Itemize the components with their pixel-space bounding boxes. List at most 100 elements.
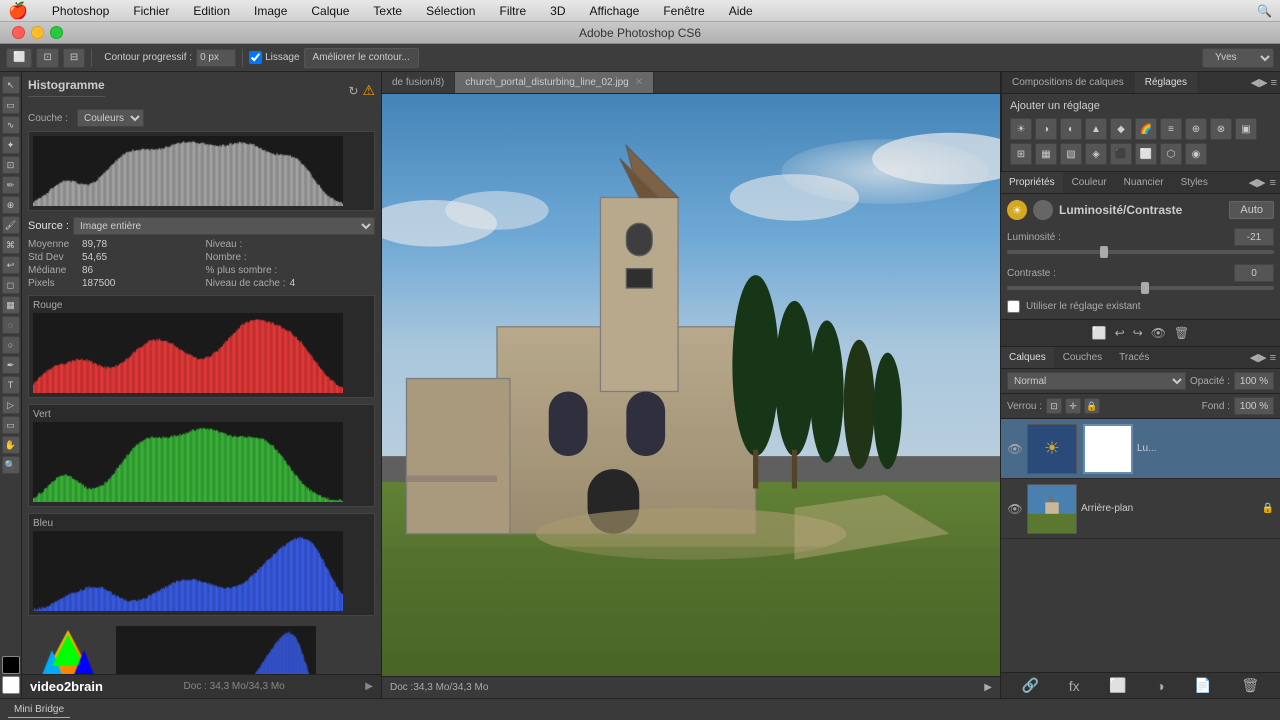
lissage-checkbox[interactable]: [249, 51, 262, 64]
heal-tool[interactable]: ⊕: [2, 196, 20, 214]
clip-to-layer-btn[interactable]: ⬜: [1092, 326, 1107, 340]
selection-rect-tool[interactable]: ▭: [2, 96, 20, 114]
canvas-content[interactable]: [382, 94, 1000, 676]
prev-state-btn[interactable]: ↩: [1115, 326, 1125, 340]
quick-select-tool[interactable]: ✦: [2, 136, 20, 154]
lock-all-btn[interactable]: 🔒: [1084, 398, 1100, 414]
reglage-colorlookup-icon[interactable]: ⊞: [1010, 143, 1032, 165]
new-layer-btn[interactable]: 📄: [1194, 677, 1211, 694]
calques-arrows-icon[interactable]: ◀▶: [1250, 351, 1267, 364]
foreground-color[interactable]: [2, 656, 20, 674]
tab-styles[interactable]: Styles: [1173, 172, 1217, 193]
menu-aide[interactable]: Aide: [725, 2, 757, 20]
menu-calque[interactable]: Calque: [307, 2, 353, 20]
selection-tool-btn3[interactable]: ⊟: [63, 48, 85, 68]
canvas-tab-fusion[interactable]: de fusion/8): [382, 72, 455, 93]
opacity-input[interactable]: [1234, 372, 1274, 390]
minimize-button[interactable]: [31, 26, 44, 39]
reglage-channelmix-icon[interactable]: ▣: [1235, 118, 1257, 140]
dodge-tool[interactable]: ○: [2, 336, 20, 354]
tab-compositions[interactable]: Compositions de calques: [1002, 72, 1135, 93]
reglage-hsl-icon[interactable]: 🌈: [1135, 118, 1157, 140]
shape-tool[interactable]: ▭: [2, 416, 20, 434]
reglage-vibrance-icon[interactable]: ◆: [1110, 118, 1132, 140]
zoom-tool[interactable]: 🔍: [2, 456, 20, 474]
menu-fichier[interactable]: Fichier: [129, 2, 173, 20]
menu-selection[interactable]: Sélection: [422, 2, 479, 20]
gradient-tool[interactable]: ▦: [2, 296, 20, 314]
expand-btn[interactable]: ▶: [365, 681, 373, 692]
delete-adjustment-btn[interactable]: 🗑: [1174, 326, 1189, 340]
calques-menu-icon[interactable]: ≡: [1270, 352, 1276, 364]
user-dropdown[interactable]: Yves: [1202, 48, 1274, 68]
menu-filtre[interactable]: Filtre: [495, 2, 530, 20]
selection-tool-btn[interactable]: ⬜: [6, 48, 32, 68]
brush-tool[interactable]: 🖌: [2, 216, 20, 234]
text-tool[interactable]: T: [2, 376, 20, 394]
auto-button[interactable]: Auto: [1229, 201, 1274, 219]
tab-traces[interactable]: Tracés: [1111, 347, 1158, 368]
next-state-btn[interactable]: ↪: [1133, 326, 1143, 340]
reglage-posterize-icon[interactable]: ▧: [1060, 143, 1082, 165]
contraste-slider-thumb[interactable]: [1141, 282, 1149, 294]
tab-close-church[interactable]: ✕: [635, 77, 643, 88]
reglage-gradient-icon[interactable]: ⬛: [1110, 143, 1132, 165]
reglage-invert-icon[interactable]: ▦: [1035, 143, 1057, 165]
reglage-selective-icon[interactable]: ⬜: [1135, 143, 1157, 165]
menu-texte[interactable]: Texte: [369, 2, 406, 20]
layer-item-0[interactable]: 👁 ☀ Lu...: [1001, 419, 1280, 479]
search-icon[interactable]: 🔍: [1257, 4, 1272, 18]
canvas-tab-church[interactable]: church_portal_disturbing_line_02.jpg ✕: [455, 72, 654, 93]
reglage-levels-icon[interactable]: ◑: [1035, 118, 1057, 140]
layer-visibility-1[interactable]: 👁: [1007, 502, 1023, 516]
reglages-arrows[interactable]: ◀▶: [1251, 76, 1268, 89]
use-existing-checkbox[interactable]: [1007, 300, 1020, 313]
reglage-colorbalance-icon[interactable]: ≡: [1160, 118, 1182, 140]
apple-menu[interactable]: 🍎: [8, 1, 28, 21]
add-style-btn[interactable]: fx: [1069, 678, 1080, 694]
reglage-exposure-icon[interactable]: ▲: [1085, 118, 1107, 140]
eraser-tool[interactable]: ◻: [2, 276, 20, 294]
reglages-menu[interactable]: ≡: [1271, 77, 1277, 89]
crop-tool[interactable]: ⊡: [2, 156, 20, 174]
reglage-bw-icon[interactable]: ⊕: [1185, 118, 1207, 140]
lock-position-btn[interactable]: ✛: [1065, 398, 1081, 414]
link-layers-btn[interactable]: 🔗: [1022, 677, 1039, 694]
tab-couleur[interactable]: Couleur: [1064, 172, 1116, 193]
lock-pixels-btn[interactable]: ⊡: [1046, 398, 1062, 414]
lasso-tool[interactable]: ∿: [2, 116, 20, 134]
menu-fenetre[interactable]: Fenêtre: [659, 2, 708, 20]
menu-affichage[interactable]: Affichage: [586, 2, 644, 20]
reglage-photof-icon[interactable]: ⊗: [1210, 118, 1232, 140]
couche-select[interactable]: Couleurs: [77, 109, 144, 127]
menu-image[interactable]: Image: [250, 2, 291, 20]
tab-calques[interactable]: Calques: [1001, 347, 1055, 368]
menu-photoshop[interactable]: Photoshop: [48, 2, 113, 20]
delete-layer-btn[interactable]: 🗑: [1241, 677, 1259, 694]
history-brush[interactable]: ↩: [2, 256, 20, 274]
layer-item-1[interactable]: 👁 Arrière-plan 🔒: [1001, 479, 1280, 539]
reglage-pattern-icon[interactable]: ◉: [1185, 143, 1207, 165]
contraste-input[interactable]: [1234, 264, 1274, 282]
selection-tool-btn2[interactable]: ⊡: [36, 48, 58, 68]
pen-tool[interactable]: ✒: [2, 356, 20, 374]
tab-nuancier[interactable]: Nuancier: [1116, 172, 1173, 193]
layer-visibility-0[interactable]: 👁: [1007, 442, 1023, 456]
mini-bridge-tab[interactable]: Mini Bridge: [8, 702, 70, 718]
source-select[interactable]: Image entière: [73, 217, 375, 235]
luminosite-input[interactable]: [1234, 228, 1274, 246]
clone-tool[interactable]: ⌘: [2, 236, 20, 254]
reglage-threshold-icon[interactable]: ◈: [1085, 143, 1107, 165]
add-mask-btn[interactable]: ⬜: [1109, 677, 1126, 694]
visibility-btn[interactable]: 👁: [1151, 326, 1166, 340]
ameliorer-button[interactable]: Améliorer le contour...: [304, 48, 419, 68]
panel-arrows-icon[interactable]: ◀▶: [1249, 176, 1266, 189]
reglage-brightness-icon[interactable]: ☀: [1010, 118, 1032, 140]
contour-input[interactable]: [196, 49, 236, 67]
menu-3d[interactable]: 3D: [546, 2, 569, 20]
tab-couches[interactable]: Couches: [1055, 347, 1111, 368]
fond-input[interactable]: [1234, 397, 1274, 415]
menu-edition[interactable]: Edition: [189, 2, 234, 20]
path-select-tool[interactable]: ▷: [2, 396, 20, 414]
reglage-solidcolor-icon[interactable]: ⬡: [1160, 143, 1182, 165]
